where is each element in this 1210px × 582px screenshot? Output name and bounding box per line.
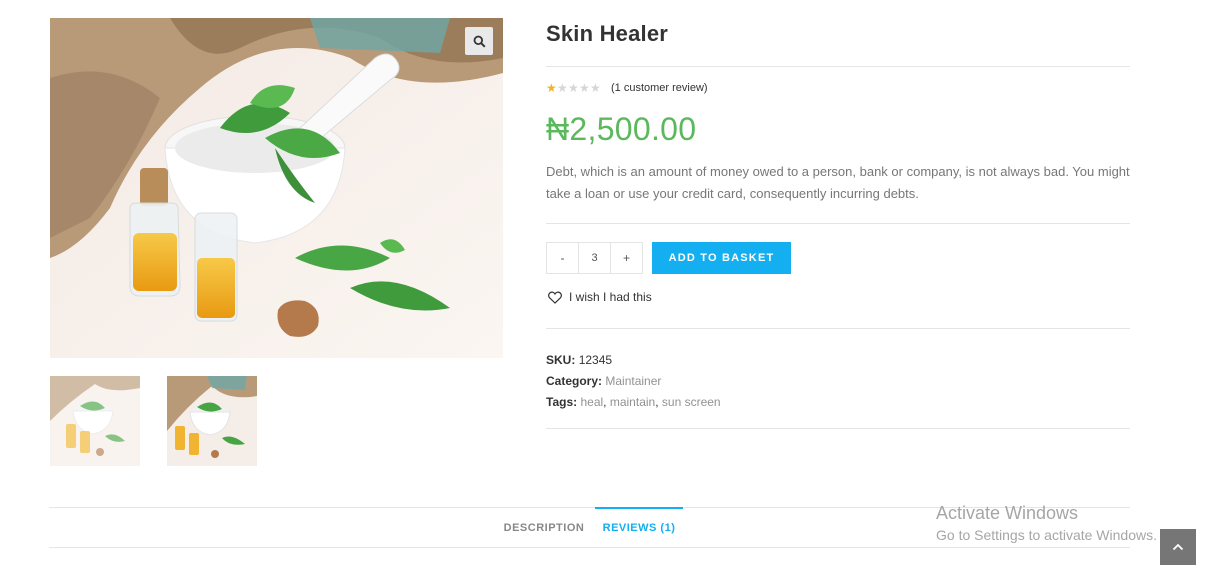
divider	[546, 428, 1130, 429]
star-icon: ★	[546, 81, 557, 95]
star-icon: ★	[568, 81, 579, 95]
tags-label: Tags:	[546, 395, 578, 409]
tab-reviews[interactable]: REVIEWS (1)	[595, 507, 683, 547]
tab-description[interactable]: DESCRIPTION	[494, 510, 594, 546]
customer-review-link[interactable]: (1 customer review)	[611, 82, 708, 94]
tabs-bottom-border	[49, 547, 1130, 548]
product-main-image[interactable]	[50, 18, 503, 358]
product-meta: SKU: 12345 Category: Maintainer Tags: he…	[546, 350, 721, 413]
sku-row: SKU: 12345	[546, 350, 721, 371]
divider	[546, 328, 1130, 329]
product-title: Skin Healer	[546, 21, 669, 46]
add-to-basket-button[interactable]: ADD TO BASKET	[652, 242, 791, 274]
tag-link[interactable]: sun screen	[662, 395, 721, 409]
zoom-button[interactable]	[465, 27, 493, 55]
category-row: Category: Maintainer	[546, 371, 721, 392]
wishlist-label: I wish I had this	[569, 290, 652, 304]
divider	[546, 223, 1130, 224]
quantity-stepper: - 3 +	[546, 242, 643, 274]
windows-activation-watermark: Activate Windows Go to Settings to activ…	[936, 503, 1157, 543]
star-icon: ★	[557, 81, 568, 95]
tags-row: Tags: heal, maintain, sun screen	[546, 395, 721, 409]
watermark-title: Activate Windows	[936, 503, 1079, 523]
product-price: ₦2,500.00	[546, 111, 697, 147]
search-icon	[473, 35, 486, 48]
wishlist-link[interactable]: I wish I had this	[548, 290, 652, 304]
tag-link[interactable]: maintain	[610, 395, 655, 409]
thumbnail-photo	[50, 376, 140, 466]
category-link[interactable]: Maintainer	[605, 374, 661, 388]
quantity-input[interactable]: 3	[579, 242, 610, 274]
quantity-plus-button[interactable]: +	[610, 242, 643, 274]
star-icon: ★	[590, 81, 601, 95]
thumbnail-photo	[167, 376, 257, 466]
tag-link[interactable]: heal	[580, 395, 603, 409]
product-thumbnail[interactable]	[167, 376, 257, 466]
star-rating: ★ ★ ★ ★ ★	[546, 82, 601, 94]
category-label: Category:	[546, 374, 603, 388]
watermark-subtitle: Go to Settings to activate Windows.	[936, 527, 1157, 543]
divider	[546, 66, 1130, 67]
product-photo	[50, 18, 503, 358]
chevron-up-icon	[1172, 543, 1184, 551]
star-icon: ★	[579, 81, 590, 95]
sku-value: 12345	[578, 353, 613, 367]
product-thumbnail[interactable]	[50, 376, 140, 466]
sku-label: SKU:	[546, 353, 576, 367]
scroll-to-top-button[interactable]	[1160, 529, 1196, 565]
heart-icon	[548, 291, 562, 304]
product-short-description: Debt, which is an amount of money owed t…	[546, 164, 1130, 201]
product-rating: ★ ★ ★ ★ ★ (1 customer review)	[546, 82, 708, 94]
quantity-minus-button[interactable]: -	[546, 242, 579, 274]
